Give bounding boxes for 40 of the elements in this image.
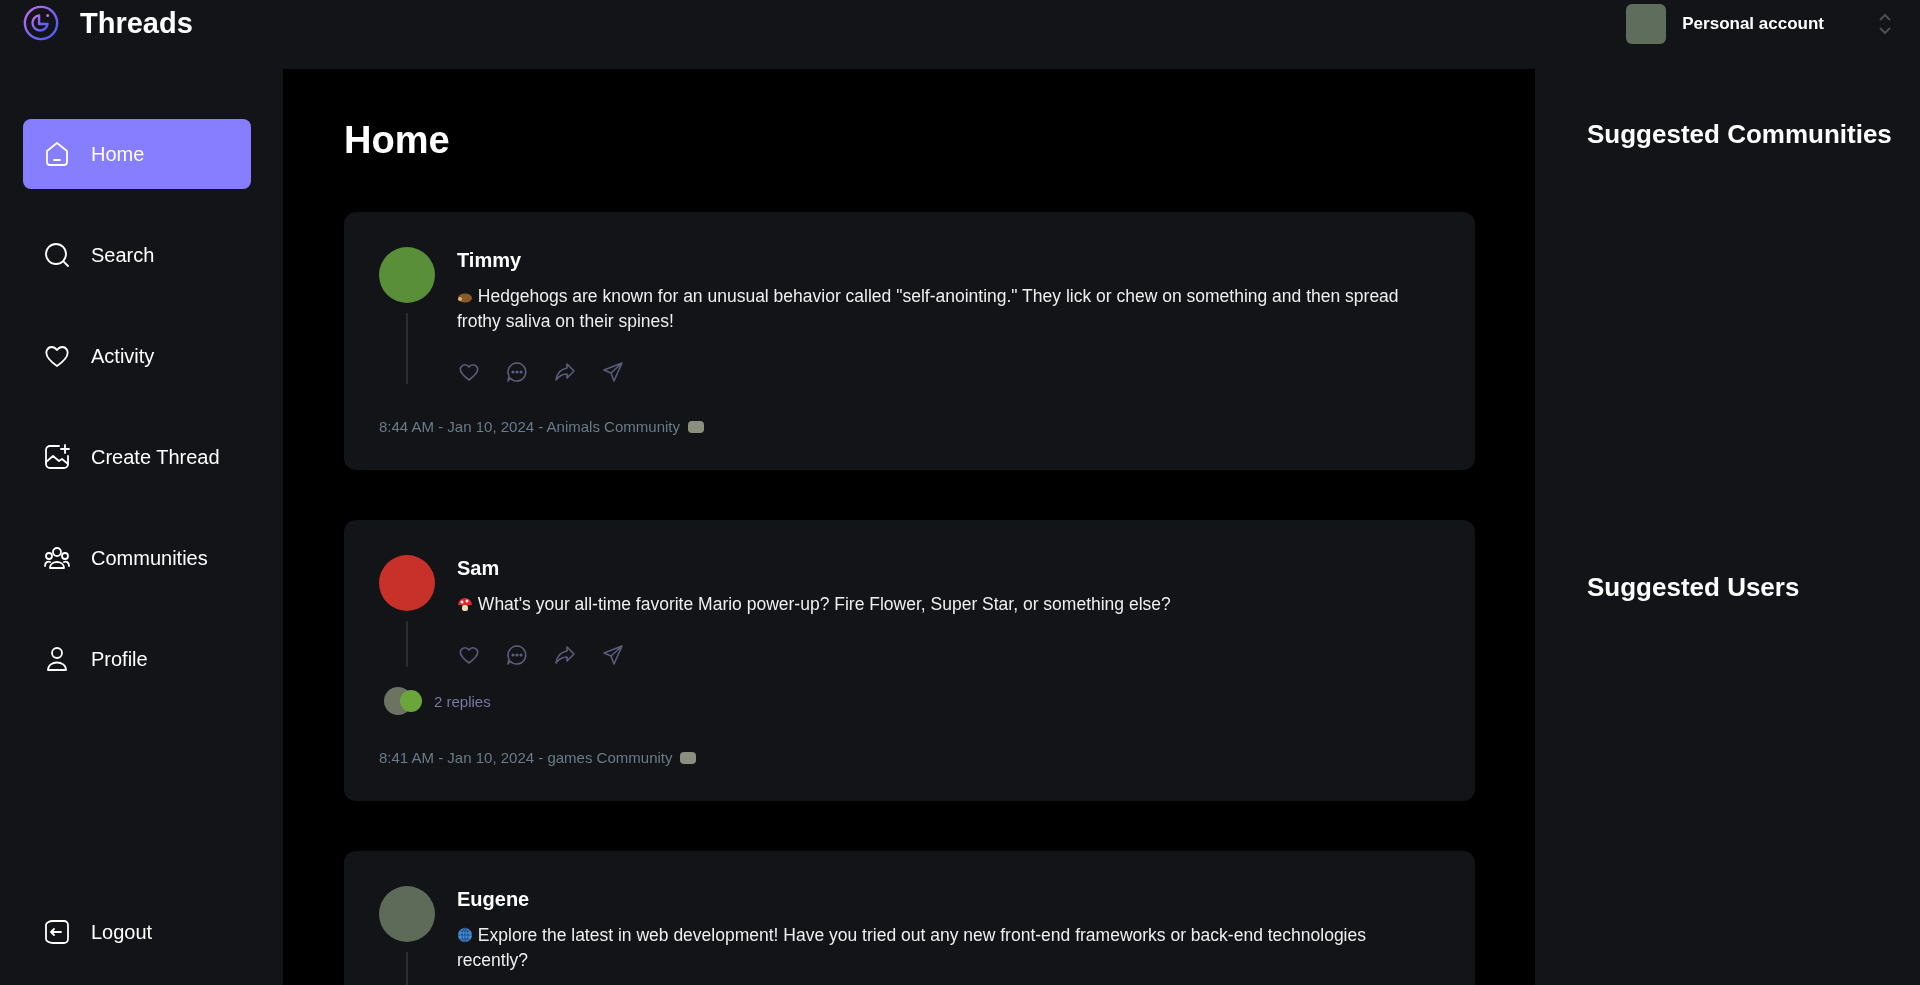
author-name[interactable]: Timmy: [457, 249, 1417, 272]
user-avatar[interactable]: [379, 886, 435, 942]
home-icon: [43, 140, 71, 168]
page-title: Home: [344, 118, 451, 162]
nav-item[interactable]: Search: [23, 220, 251, 290]
account-name: Personal account: [1682, 14, 1824, 34]
comment-icon[interactable]: [505, 360, 529, 384]
author-name[interactable]: Eugene: [457, 888, 1417, 911]
post-text: What's your all-time favorite Mario power-up? Fire Flower, Super Star, or something else?: [457, 592, 1417, 617]
logo-icon: [22, 4, 60, 42]
author-name[interactable]: Sam: [457, 557, 1417, 580]
account-avatar[interactable]: [1626, 4, 1667, 44]
section-title: Suggested Users: [1587, 572, 1801, 603]
image-plus-icon: [43, 443, 71, 471]
post-meta: 8:41 AM - Jan 10, 2024 - games Community: [379, 749, 673, 766]
send-icon[interactable]: [601, 360, 625, 384]
chevron-up-down-icon[interactable]: [1878, 13, 1892, 35]
user-avatar[interactable]: [379, 555, 435, 611]
nav-item[interactable]: Activity: [23, 321, 251, 391]
share-icon[interactable]: [553, 360, 577, 384]
reply-avatars: [384, 687, 422, 715]
nav-item[interactable]: Create Thread: [23, 422, 251, 492]
post-meta: 8:44 AM - Jan 10, 2024 - Animals Community: [379, 418, 680, 435]
nav-item[interactable]: Communities: [23, 523, 251, 593]
user-avatar[interactable]: [379, 247, 435, 303]
reply-count[interactable]: 2 replies: [434, 692, 491, 710]
mushroom-icon: [457, 596, 473, 612]
app-title: Threads: [80, 6, 193, 40]
people-icon: [43, 544, 71, 572]
logout-icon: [43, 918, 71, 946]
globe-icon: [457, 927, 473, 943]
nav-item[interactable]: Profile: [23, 624, 251, 694]
post-text: Explore the latest in web development! Have you tried out any new front-end frameworks or back-end technologies recently?: [457, 924, 1367, 972]
comment-icon[interactable]: [505, 643, 529, 667]
section-title: Suggested Communities: [1587, 119, 1893, 150]
logout-button[interactable]: Logout: [23, 897, 251, 967]
share-icon[interactable]: [553, 643, 577, 667]
search-icon: [43, 241, 71, 269]
post-text: Hedgehogs are known for an unusual behavior called "self-anointing." They lick or chew on something and then spread frothy saliva on their spines!: [457, 285, 1400, 333]
send-icon[interactable]: [601, 643, 625, 667]
